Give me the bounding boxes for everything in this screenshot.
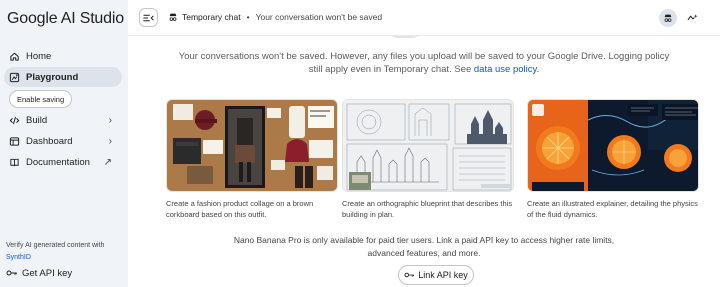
top-bar: Temporary chat • Your conversation won't…: [128, 0, 720, 36]
chat-label: Temporary chat: [182, 12, 241, 22]
sidebar: Google AI Studio Home Playground Enable …: [0, 0, 128, 287]
suggestion-card-blueprint[interactable]: Create an orthographic blueprint that de…: [342, 99, 518, 220]
enable-saving-button[interactable]: Enable saving: [9, 90, 73, 108]
fashion-collage-image: [166, 99, 338, 192]
sidebar-item-build[interactable]: Build ›: [4, 110, 122, 130]
data-use-policy-link[interactable]: data use policy: [474, 64, 537, 75]
card-caption: Create a fashion product collage on a br…: [166, 199, 314, 219]
notice-text: Your conversations won't be saved. Howev…: [178, 51, 670, 75]
verify-text: Verify AI generated content with: [6, 242, 105, 249]
sidebar-item-label: Home: [26, 50, 52, 62]
documentation-icon: [8, 156, 20, 168]
get-api-key-label: Get API key: [22, 267, 73, 279]
scrolled-avatar: [383, 36, 427, 38]
sidebar-item-label: Build: [26, 114, 48, 126]
sidebar-item-label: Playground: [26, 71, 79, 83]
sidebar-item-documentation[interactable]: Documentation ↗: [4, 152, 122, 172]
synthid-notice: Verify AI generated content with SynthID: [6, 240, 124, 264]
incognito-icon: [168, 12, 178, 22]
link-api-key-label: Link API key: [418, 270, 468, 280]
incognito-icon: [664, 14, 672, 22]
temporary-chat-notice: Your conversations won't be saved. Howev…: [178, 50, 670, 76]
app-logo[interactable]: Google AI Studio: [7, 10, 124, 28]
sidebar-item-label: Dashboard: [26, 135, 73, 147]
paid-tier-notice: Nano Banana Pro is only available for pa…: [233, 235, 615, 258]
main-content: Your conversations won't be saved. Howev…: [128, 36, 720, 287]
sparkle-compare-icon: [687, 14, 698, 21]
sidebar-item-label: Documentation: [26, 156, 90, 168]
get-api-key-button[interactable]: Get API key: [6, 267, 72, 279]
chevron-right-icon: ›: [108, 114, 112, 126]
build-icon: [8, 114, 20, 126]
key-icon: [6, 267, 18, 279]
playground-icon: [8, 71, 20, 83]
sidebar-toggle-button[interactable]: [139, 8, 158, 27]
sidebar-item-playground[interactable]: Playground: [4, 67, 122, 87]
temporary-chat-button[interactable]: [659, 9, 677, 27]
suggestion-card-fashion[interactable]: Create a fashion product collage on a br…: [166, 99, 342, 220]
synthid-link[interactable]: SynthID: [6, 254, 31, 261]
separator: •: [246, 12, 250, 22]
external-link-icon: ↗: [103, 156, 112, 168]
sidebar-item-dashboard[interactable]: Dashboard ›: [4, 131, 122, 151]
fluid-explainer-image: [527, 99, 699, 192]
compare-button[interactable]: [683, 9, 701, 27]
sidebar-item-home[interactable]: Home: [4, 46, 122, 66]
home-icon: [8, 50, 20, 62]
dashboard-icon: [8, 135, 20, 147]
notice-end: .: [536, 64, 540, 75]
blueprint-image: [342, 99, 514, 192]
card-caption: Create an orthographic blueprint that de…: [342, 199, 513, 219]
key-icon: [404, 270, 415, 281]
chevron-right-icon: ›: [108, 135, 112, 147]
chat-title: Temporary chat • Your conversation won't…: [168, 12, 382, 22]
link-api-key-button[interactable]: Link API key: [398, 265, 474, 285]
suggestion-card-fluid[interactable]: Create an illustrated explainer, detaili…: [527, 99, 703, 220]
chat-subtitle: Your conversation won't be saved: [255, 12, 383, 22]
menu-collapse-icon: [143, 14, 154, 21]
card-caption: Create an illustrated explainer, detaili…: [527, 199, 698, 219]
